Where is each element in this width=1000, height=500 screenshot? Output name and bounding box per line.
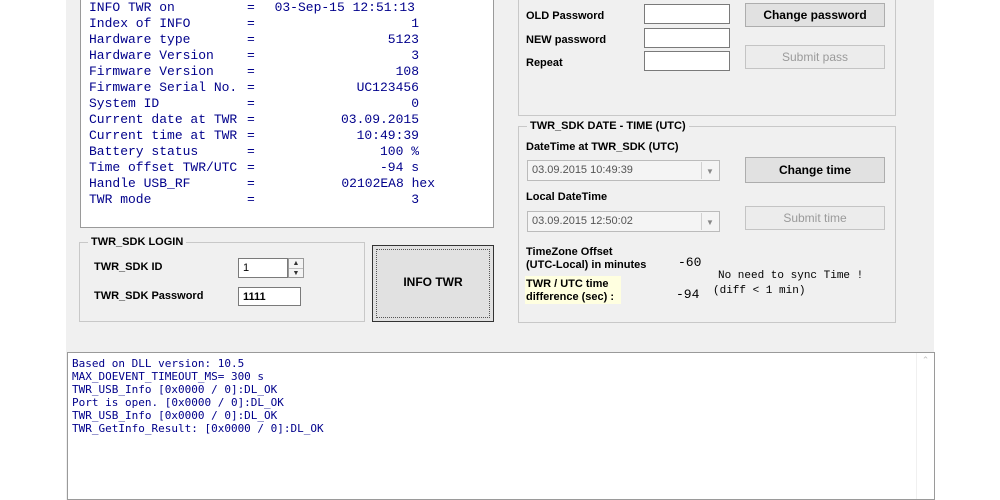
tz-offset-label-2: (UTC-Local) in minutes bbox=[526, 259, 647, 271]
log-line: TWR_USB_Info [0x0000 / 0]:DL_OK bbox=[72, 383, 278, 396]
sync-message-2: (diff < 1 min) bbox=[713, 285, 806, 297]
login-group: TWR_SDK LOGIN bbox=[79, 235, 365, 322]
spin-up-icon[interactable]: ▲ bbox=[289, 259, 303, 269]
diff-label-1: TWR / UTC time bbox=[526, 278, 609, 290]
info-row: Index of INFO = 1 bbox=[89, 16, 419, 31]
sdk-password-label: TWR_SDK Password bbox=[94, 290, 204, 302]
twr-datetime-label: DateTime at TWR_SDK (UTC) bbox=[526, 141, 679, 153]
datetime-group-title: TWR_SDK DATE - TIME (UTC) bbox=[527, 119, 689, 133]
twr-info-panel: INFO TWR on = 03-Sep-15 12:51:13 Index of … bbox=[80, 0, 494, 228]
log-line: Port is open. [0x0000 / 0]:DL_OK bbox=[72, 396, 284, 409]
focus-rect bbox=[376, 249, 490, 318]
info-row: TWR mode = 3 bbox=[89, 192, 419, 207]
local-datetime-combo[interactable]: 03.09.2015 12:50:02 ▼ bbox=[527, 211, 720, 232]
twr-datetime-value: 03.09.2015 10:49:39 bbox=[532, 164, 633, 176]
log-line: TWR_USB_Info [0x0000 / 0]:DL_OK bbox=[72, 409, 278, 422]
sdk-id-input[interactable] bbox=[238, 258, 288, 278]
tz-offset-label-1: TimeZone Offset bbox=[526, 246, 613, 258]
info-row: Battery status = 100 % bbox=[89, 144, 419, 159]
info-twr-button[interactable]: INFO TWR bbox=[372, 245, 494, 322]
info-row: INFO TWR on = 03-Sep-15 12:51:13 bbox=[89, 0, 415, 15]
sdk-id-spinner[interactable]: ▲ ▼ bbox=[288, 258, 304, 278]
new-password-label: NEW password bbox=[526, 34, 607, 46]
twr-datetime-combo[interactable]: 03.09.2015 10:49:39 ▼ bbox=[527, 160, 720, 181]
login-group-title: TWR_SDK LOGIN bbox=[88, 235, 187, 249]
local-datetime-value: 03.09.2015 12:50:02 bbox=[532, 215, 633, 227]
submit-password-button[interactable]: Submit pass bbox=[745, 45, 885, 69]
local-datetime-label: Local DateTime bbox=[526, 191, 608, 203]
info-row: Time offset TWR/UTC = -94 s bbox=[89, 160, 419, 175]
info-row: Current time at TWR = 10:49:39 bbox=[89, 128, 419, 143]
change-password-button[interactable]: Change password bbox=[745, 3, 885, 27]
tz-offset-value: -60 bbox=[678, 255, 702, 270]
log-line: TWR_GetInfo_Result: [0x0000 / 0]:DL_OK bbox=[72, 422, 324, 435]
info-row: Current date at TWR = 03.09.2015 bbox=[89, 112, 419, 127]
diff-label-2: difference (sec) : bbox=[526, 291, 615, 303]
log-scrollbar[interactable]: ⌃ bbox=[916, 353, 934, 499]
scroll-up-icon[interactable]: ⌃ bbox=[917, 355, 934, 366]
sdk-password-input[interactable] bbox=[238, 287, 301, 306]
repeat-password-input[interactable] bbox=[644, 51, 730, 71]
change-time-button[interactable]: Change time bbox=[745, 157, 885, 183]
sync-message-1: No need to sync Time ! bbox=[718, 270, 864, 282]
info-row: Hardware Version = 3 bbox=[89, 48, 419, 63]
sdk-id-label: TWR_SDK ID bbox=[94, 261, 163, 273]
info-row: Handle USB_RF = 02102EA8 hex bbox=[89, 176, 435, 191]
new-password-input[interactable] bbox=[644, 28, 730, 48]
log-line: Based on DLL version: 10.5 bbox=[72, 357, 245, 370]
old-password-input[interactable] bbox=[644, 4, 730, 24]
info-row: Hardware type = 5123 bbox=[89, 32, 419, 47]
info-row: Firmware Serial No. = UC123456 bbox=[89, 80, 419, 95]
chevron-down-icon[interactable]: ▼ bbox=[701, 213, 718, 230]
info-row: Firmware Version = 108 bbox=[89, 64, 419, 79]
spin-down-icon[interactable]: ▼ bbox=[289, 269, 303, 278]
diff-value: -94 bbox=[676, 287, 700, 302]
submit-time-button[interactable]: Submit time bbox=[745, 206, 885, 230]
old-password-label: OLD Password bbox=[526, 10, 605, 22]
info-row: System ID = 0 bbox=[89, 96, 419, 111]
log-line: MAX_DOEVENT_TIMEOUT_MS= 300 s bbox=[72, 370, 265, 383]
chevron-down-icon[interactable]: ▼ bbox=[701, 162, 718, 179]
repeat-password-label: Repeat bbox=[526, 57, 563, 69]
log-output[interactable]: Based on DLL version: 10.5 MAX_DOEVENT_T… bbox=[67, 352, 935, 500]
